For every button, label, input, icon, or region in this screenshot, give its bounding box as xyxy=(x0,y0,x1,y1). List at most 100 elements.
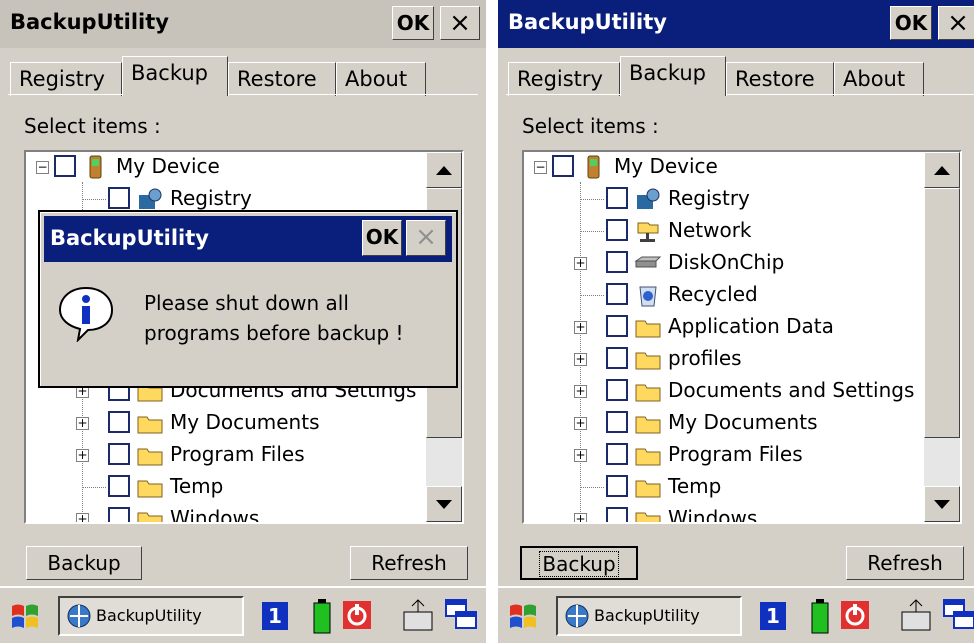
checkbox[interactable] xyxy=(606,283,628,305)
tree-item-windows[interactable]: + Windows xyxy=(26,504,426,522)
checkbox[interactable] xyxy=(606,219,628,241)
dialog-close-button[interactable]: × xyxy=(406,220,446,256)
checkbox[interactable] xyxy=(606,187,628,209)
title-bar: BackupUtility OK × xyxy=(0,0,486,48)
close-button[interactable]: × xyxy=(938,6,974,40)
tab-restore[interactable]: Restore xyxy=(726,62,834,96)
checkbox[interactable] xyxy=(606,251,628,273)
tree-item-registry[interactable]: Registry xyxy=(524,184,924,216)
refresh-button[interactable]: Refresh xyxy=(350,546,468,580)
checkbox[interactable] xyxy=(108,187,130,209)
checkbox[interactable] xyxy=(108,443,130,465)
expand-icon[interactable]: + xyxy=(574,385,587,398)
tree-item-my-documents[interactable]: + My Documents xyxy=(26,408,426,440)
folder-icon xyxy=(137,480,163,498)
checkbox[interactable] xyxy=(606,315,628,337)
battery-icon[interactable] xyxy=(810,598,830,634)
app-globe-icon xyxy=(565,604,589,628)
taskbar-app-button[interactable]: BackupUtility xyxy=(556,596,742,636)
registry-icon xyxy=(637,188,660,209)
tree-item-label: Registry xyxy=(668,186,750,210)
expand-icon[interactable]: + xyxy=(76,417,89,430)
tab-restore[interactable]: Restore xyxy=(228,62,336,96)
tab-backup[interactable]: Backup xyxy=(122,56,228,96)
collapse-icon[interactable]: − xyxy=(534,161,547,174)
network-icon xyxy=(637,222,659,242)
ok-button[interactable]: OK xyxy=(890,6,932,40)
tree-item-program-files[interactable]: + Program Files xyxy=(524,440,924,472)
tree-item-profiles[interactable]: + profiles xyxy=(524,344,924,376)
checkbox[interactable] xyxy=(606,411,628,433)
tab-registry[interactable]: Registry xyxy=(10,62,122,96)
dialog-ok-button[interactable]: OK xyxy=(362,220,402,256)
checkbox[interactable] xyxy=(606,443,628,465)
items-tree[interactable]: − My Device Registry Network + DiskOnChi… xyxy=(522,150,962,524)
expand-icon[interactable]: + xyxy=(574,353,587,366)
checkbox[interactable] xyxy=(552,155,574,177)
vertical-scrollbar[interactable] xyxy=(924,152,960,522)
scroll-up-button[interactable] xyxy=(426,152,462,188)
checkbox[interactable] xyxy=(108,475,130,497)
checkbox[interactable] xyxy=(606,347,628,369)
notification-badge[interactable]: 1 xyxy=(760,602,786,630)
tree-item-recycled[interactable]: Recycled xyxy=(524,280,924,312)
windows-switch-icon[interactable] xyxy=(444,598,478,632)
collapse-icon[interactable]: − xyxy=(36,161,49,174)
disk-icon xyxy=(634,256,662,268)
ok-button[interactable]: OK xyxy=(392,6,434,40)
tree-item-network[interactable]: Network xyxy=(524,216,924,248)
dialog-message-line: programs before backup ! xyxy=(144,321,404,345)
scroll-down-button[interactable] xyxy=(924,486,960,522)
tree-root-my-device[interactable]: − My Device xyxy=(524,152,924,184)
scroll-up-button[interactable] xyxy=(924,152,960,188)
battery-icon[interactable] xyxy=(312,598,332,634)
tree-item-temp[interactable]: Temp xyxy=(524,472,924,504)
tree-item-temp[interactable]: Temp xyxy=(26,472,426,504)
expand-icon[interactable]: + xyxy=(574,513,587,522)
checkbox[interactable] xyxy=(606,379,628,401)
backup-button[interactable]: Backup xyxy=(520,546,638,580)
refresh-button[interactable]: Refresh xyxy=(846,546,964,580)
tree-item-program-files[interactable]: + Program Files xyxy=(26,440,426,472)
tree-line xyxy=(580,199,604,200)
scroll-thumb[interactable] xyxy=(924,188,960,438)
expand-icon[interactable]: + xyxy=(76,513,89,522)
keyboard-icon[interactable] xyxy=(900,598,932,632)
windows-start-icon[interactable] xyxy=(506,600,540,632)
close-button[interactable]: × xyxy=(440,6,480,40)
expand-icon[interactable]: + xyxy=(574,321,587,334)
keyboard-icon[interactable] xyxy=(402,598,434,632)
windows-switch-icon[interactable] xyxy=(942,598,974,632)
tab-backup[interactable]: Backup xyxy=(620,56,726,96)
tree-item-documents-and-settings[interactable]: + Documents and Settings xyxy=(524,376,924,408)
tab-registry[interactable]: Registry xyxy=(508,62,620,96)
folder-icon xyxy=(137,448,163,466)
backup-button-label: Backup xyxy=(539,551,619,577)
tree-item-label: Program Files xyxy=(668,442,803,466)
checkbox[interactable] xyxy=(606,507,628,522)
tab-about[interactable]: About xyxy=(834,62,924,96)
expand-icon[interactable]: + xyxy=(574,449,587,462)
checkbox[interactable] xyxy=(108,411,130,433)
expand-icon[interactable]: + xyxy=(76,449,89,462)
power-icon[interactable] xyxy=(840,600,870,630)
taskbar-app-label: BackupUtility xyxy=(96,606,202,625)
checkbox[interactable] xyxy=(606,475,628,497)
tree-item-windows[interactable]: + Windows xyxy=(524,504,924,522)
tree-root-my-device[interactable]: − My Device xyxy=(26,152,426,184)
tree-item-application-data[interactable]: + Application Data xyxy=(524,312,924,344)
checkbox[interactable] xyxy=(108,507,130,522)
right-window: BackupUtility OK × Registry Backup Resto… xyxy=(498,0,974,643)
taskbar-app-button[interactable]: BackupUtility xyxy=(58,596,244,636)
tree-item-my-documents[interactable]: + My Documents xyxy=(524,408,924,440)
expand-icon[interactable]: + xyxy=(574,417,587,430)
tab-about[interactable]: About xyxy=(336,62,426,96)
notification-badge[interactable]: 1 xyxy=(262,602,288,630)
checkbox[interactable] xyxy=(54,155,76,177)
backup-button[interactable]: Backup xyxy=(26,546,142,580)
scroll-down-button[interactable] xyxy=(426,486,462,522)
power-icon[interactable] xyxy=(342,600,372,630)
windows-start-icon[interactable] xyxy=(8,600,42,632)
expand-icon[interactable]: + xyxy=(574,257,587,270)
tree-item-diskonchip[interactable]: + DiskOnChip xyxy=(524,248,924,280)
